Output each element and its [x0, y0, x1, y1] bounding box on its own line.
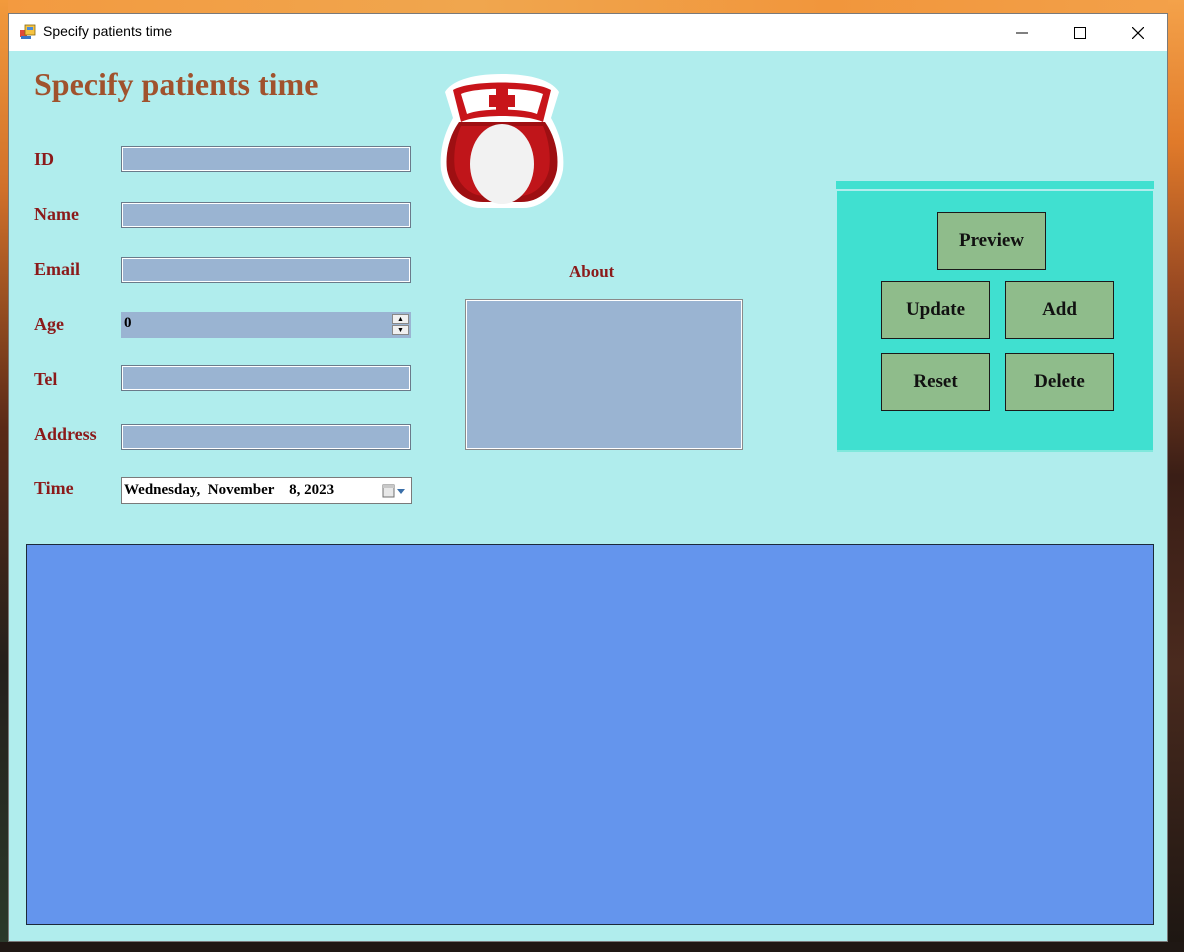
about-label: About	[569, 262, 615, 281]
delete-button[interactable]: Delete	[1005, 353, 1114, 411]
reset-button[interactable]: Reset	[881, 353, 990, 411]
minimize-icon	[1016, 32, 1028, 33]
increment-button[interactable]: ▲	[392, 314, 409, 324]
address-field[interactable]	[121, 424, 411, 450]
email-label: Email	[34, 259, 81, 279]
page-title: Specify patients time	[34, 66, 319, 102]
window-title: Specify patients time	[43, 23, 173, 39]
update-button[interactable]: Update	[881, 281, 990, 339]
desktop-background-bottom	[0, 942, 1184, 952]
minimize-button[interactable]	[993, 14, 1051, 51]
tel-field[interactable]	[121, 365, 411, 391]
nurse-icon	[440, 74, 564, 208]
address-label: Address	[34, 424, 97, 444]
about-textarea[interactable]	[465, 299, 743, 450]
close-icon	[1132, 26, 1144, 39]
age-label: Age	[34, 314, 64, 334]
maximize-icon	[1074, 26, 1086, 39]
winforms-app-icon	[20, 24, 36, 39]
id-label: ID	[34, 149, 55, 169]
title-bar[interactable]: Specify patients time	[9, 14, 1167, 51]
button-panel-header	[836, 181, 1154, 189]
close-button[interactable]	[1109, 14, 1167, 51]
spinner-arrows-icon[interactable]: ▲ ▼	[392, 314, 409, 336]
maximize-button[interactable]	[1051, 14, 1109, 51]
desktop-background-right	[1168, 0, 1184, 952]
email-field[interactable]	[121, 257, 411, 283]
app-window: Specify patients time Specify patients t…	[8, 13, 1168, 942]
add-button[interactable]: Add	[1005, 281, 1114, 339]
time-value: Wednesday, November 8, 2023	[124, 482, 335, 498]
calendar-dropdown-icon[interactable]	[382, 483, 406, 499]
desktop-background-left	[0, 0, 8, 952]
name-label: Name	[34, 204, 79, 224]
decrement-button[interactable]: ▼	[392, 325, 409, 335]
age-value: 0	[124, 315, 132, 331]
desktop-background-top	[0, 0, 1184, 13]
name-field[interactable]	[121, 202, 411, 228]
button-panel: Preview Update Add Reset Delete	[837, 191, 1153, 452]
time-label: Time	[34, 478, 74, 498]
tel-label: Tel	[34, 369, 58, 389]
preview-button[interactable]: Preview	[937, 212, 1046, 270]
patients-data-grid[interactable]	[26, 544, 1154, 925]
time-date-picker[interactable]: Wednesday, November 8, 2023	[121, 477, 412, 504]
age-stepper[interactable]: 0 ▲ ▼	[121, 312, 411, 338]
id-field[interactable]	[121, 146, 411, 172]
